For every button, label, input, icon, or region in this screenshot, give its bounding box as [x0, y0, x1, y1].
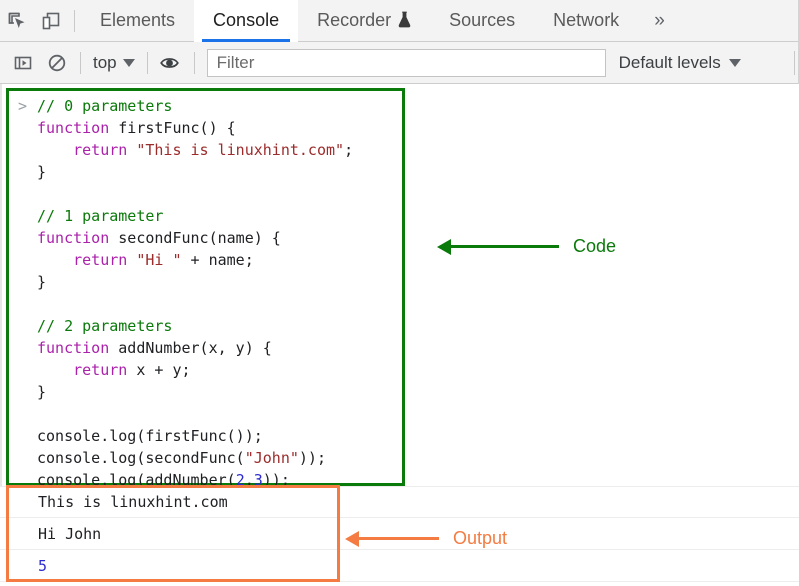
arrow-line: [359, 537, 439, 540]
code-line: }: [37, 381, 353, 403]
toolbar-divider: [74, 9, 75, 32]
code-token: ));: [298, 449, 326, 467]
tab-console[interactable]: Console: [194, 0, 299, 42]
toolbar-divider-1: [80, 51, 81, 74]
devtools-window: Elements Console Recorder Sources Networ…: [0, 0, 799, 586]
code-line: console.log(firstFunc());: [37, 425, 353, 447]
code-line: console.log(secondFunc("John"));: [37, 447, 353, 469]
code-line: function firstFunc() {: [37, 117, 353, 139]
console-output-row[interactable]: 5: [0, 550, 799, 582]
tab-sources[interactable]: Sources: [430, 0, 534, 42]
console-gutter: [0, 84, 2, 486]
code-token: addNumber(x, y) {: [109, 339, 272, 357]
arrow-head-icon: [437, 238, 451, 255]
console-input-code-block[interactable]: > // 0 parameters function firstFunc() { …: [6, 88, 405, 489]
console-toolbar: top Default levels: [0, 41, 799, 84]
code-line: function addNumber(x, y) {: [37, 337, 353, 359]
code-token: return: [73, 361, 128, 379]
code-token: x + y;: [127, 361, 191, 379]
code-token: return: [73, 141, 128, 159]
console-output-row[interactable]: This is linuxhint.com: [0, 486, 799, 518]
live-expression-eye-icon[interactable]: [154, 46, 188, 80]
code-line: return x + y;: [37, 359, 353, 381]
code-token: + name;: [181, 251, 254, 269]
toolbar-divider-3: [193, 51, 195, 74]
code-token: ;: [344, 141, 354, 159]
annotation-code-label: Code: [573, 236, 617, 256]
code-line: return "Hi " + name;: [37, 249, 353, 271]
annotation-output-label: Output: [453, 528, 508, 548]
tab-sources-label: Sources: [449, 10, 516, 30]
code-token: function: [37, 119, 110, 137]
code-line: function secondFunc(name) {: [37, 227, 353, 249]
console-output-text: 5: [38, 556, 48, 575]
experiment-flask-icon: [398, 11, 411, 31]
code-token: }: [37, 383, 47, 401]
inspect-element-icon[interactable]: [0, 4, 34, 38]
code-line: // 1 parameter: [37, 205, 353, 227]
code-token: }: [37, 163, 47, 181]
toolbar-divider-2: [146, 51, 148, 74]
device-toolbar-icon[interactable]: [34, 4, 68, 38]
code-token: console.log(secondFunc(: [37, 449, 245, 467]
console-input-code[interactable]: // 0 parameters function firstFunc() { re…: [37, 95, 353, 491]
tab-network-label: Network: [553, 10, 620, 30]
tab-console-label: Console: [213, 10, 280, 30]
code-token: function: [37, 339, 110, 357]
code-token: secondFunc(name) {: [109, 229, 281, 247]
tab-network[interactable]: Network: [534, 0, 638, 42]
code-token: "John": [244, 449, 299, 467]
code-token: firstFunc() {: [109, 119, 236, 137]
toolbar-end-divider: [794, 50, 795, 75]
more-tabs-icon[interactable]: »: [638, 0, 681, 42]
annotation-output: Output: [345, 528, 507, 549]
console-sidebar-icon[interactable]: [6, 46, 40, 80]
code-line: // 0 parameters: [37, 95, 353, 117]
tab-recorder[interactable]: Recorder: [298, 0, 430, 42]
devtools-tab-list: Elements Console Recorder Sources Networ…: [81, 0, 681, 42]
clear-console-icon[interactable]: [40, 46, 74, 80]
code-line: }: [37, 271, 353, 293]
log-levels-selector[interactable]: Default levels: [619, 53, 741, 73]
code-token: console.log(firstFunc());: [37, 427, 263, 445]
code-line: }: [37, 161, 353, 183]
code-token: return: [73, 251, 128, 269]
console-prompt-icon: >: [18, 97, 28, 115]
devtools-tabbar: Elements Console Recorder Sources Networ…: [0, 0, 799, 42]
chevron-down-icon: [122, 58, 135, 67]
code-token: "This is linuxhint.com": [136, 141, 345, 159]
code-token: // 2 parameters: [37, 317, 173, 335]
console-output-text: Hi John: [38, 524, 102, 543]
code-token: function: [37, 229, 110, 247]
execution-context-label: top: [93, 52, 117, 72]
arrow-line: [451, 245, 559, 248]
tab-elements-label: Elements: [100, 10, 176, 30]
execution-context-selector[interactable]: top: [87, 49, 141, 77]
annotation-code: Code: [437, 236, 616, 257]
tab-recorder-label: Recorder: [317, 10, 392, 30]
arrow-head-icon: [345, 530, 359, 547]
code-token: // 1 parameter: [37, 207, 164, 225]
code-token: // 0 parameters: [37, 97, 173, 115]
code-token: "Hi ": [136, 251, 182, 269]
console-output-text: This is linuxhint.com: [38, 493, 228, 511]
log-levels-label: Default levels: [618, 52, 721, 72]
code-line: // 2 parameters: [37, 315, 353, 337]
code-line: return "This is linuxhint.com";: [37, 139, 353, 161]
console-body[interactable]: > // 0 parameters function firstFunc() { …: [0, 84, 799, 586]
filter-input[interactable]: [206, 48, 606, 77]
chevron-down-icon: [728, 58, 741, 67]
code-token: }: [37, 273, 47, 291]
tab-elements[interactable]: Elements: [81, 0, 194, 42]
